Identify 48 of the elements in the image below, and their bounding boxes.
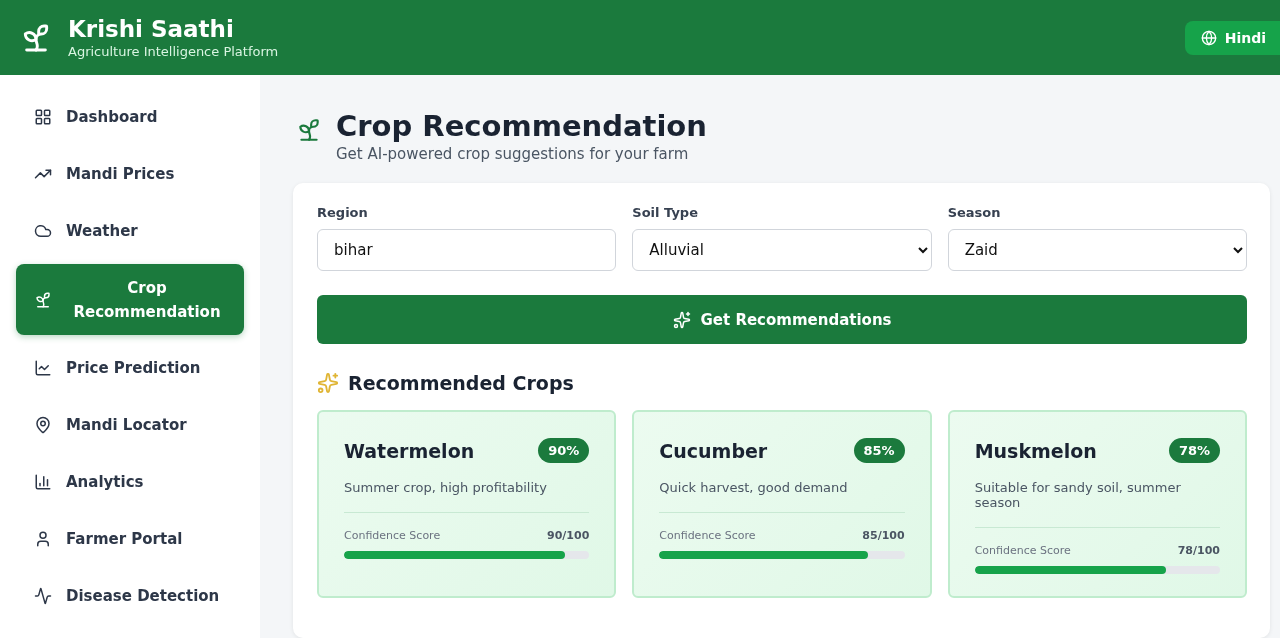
score-value: 85/100 bbox=[862, 529, 905, 542]
page-title: Crop Recommendation bbox=[336, 109, 707, 143]
crop-name: Cucumber bbox=[659, 439, 768, 462]
app-subtitle: Agriculture Intelligence Platform bbox=[68, 44, 279, 59]
crop-name: Muskmelon bbox=[974, 439, 1097, 462]
sidebar-item[interactable]: Crop Recommendation bbox=[16, 264, 244, 335]
sidebar-item[interactable]: Mandi Prices bbox=[16, 150, 244, 198]
crop-description: Suitable for sandy soil, summer season bbox=[974, 480, 1220, 528]
sidebar-item[interactable]: Analytics bbox=[16, 458, 244, 506]
sparkles-icon bbox=[317, 372, 339, 394]
score-value: 90/100 bbox=[547, 529, 590, 542]
percent-badge: 85% bbox=[853, 438, 905, 463]
nav-icon bbox=[34, 587, 52, 605]
dropdown-field[interactable]: Alluvial bbox=[632, 229, 932, 271]
score-label: Confidence Score bbox=[659, 529, 756, 542]
dropdown-field[interactable]: Zaid bbox=[947, 229, 1247, 271]
crop-description: Summer crop, high profitability bbox=[344, 480, 590, 513]
field-label: Region bbox=[317, 205, 369, 220]
nav-icon bbox=[34, 359, 52, 377]
sidebar-item[interactable]: Disease Detection bbox=[16, 572, 244, 620]
field-label: Soil Type bbox=[632, 205, 699, 220]
sprout-icon bbox=[296, 117, 322, 143]
recommendations-button[interactable]: Get Recommendations bbox=[317, 295, 1247, 344]
sidebar-item[interactable]: Farmer Portal bbox=[16, 515, 244, 563]
crop-name: Watermelon bbox=[344, 439, 475, 462]
nav-icon bbox=[34, 108, 52, 126]
nav-icon bbox=[34, 473, 52, 491]
nav-icon bbox=[34, 530, 52, 548]
input-field[interactable]: bihar bbox=[317, 229, 617, 271]
nav-icon bbox=[34, 290, 52, 309]
sidebar-item[interactable]: Mandi Locator bbox=[16, 401, 244, 449]
score-label: Confidence Score bbox=[974, 544, 1071, 557]
sidebar-item[interactable]: Dashboard bbox=[16, 93, 244, 141]
page-subtitle: Get AI-powered crop suggestions for your farm bbox=[336, 145, 690, 163]
percent-badge: 78% bbox=[1168, 438, 1220, 463]
app-title: Krishi Saathi bbox=[68, 16, 235, 42]
score-value: 78/100 bbox=[1177, 544, 1220, 557]
sparkles-icon bbox=[672, 310, 691, 329]
percent-badge: 90% bbox=[538, 438, 590, 463]
field-label: Season bbox=[947, 205, 1002, 220]
sidebar-item[interactable]: Price Prediction bbox=[16, 344, 244, 392]
sidebar-item[interactable]: Weather bbox=[16, 207, 244, 255]
score-label: Confidence Score bbox=[344, 529, 441, 542]
nav-icon bbox=[34, 416, 52, 434]
crop-description: Quick harvest, good demand bbox=[659, 480, 905, 513]
globe-icon bbox=[1200, 29, 1217, 46]
section-title: Recommended Crops bbox=[348, 372, 574, 394]
nav-icon bbox=[34, 222, 52, 240]
